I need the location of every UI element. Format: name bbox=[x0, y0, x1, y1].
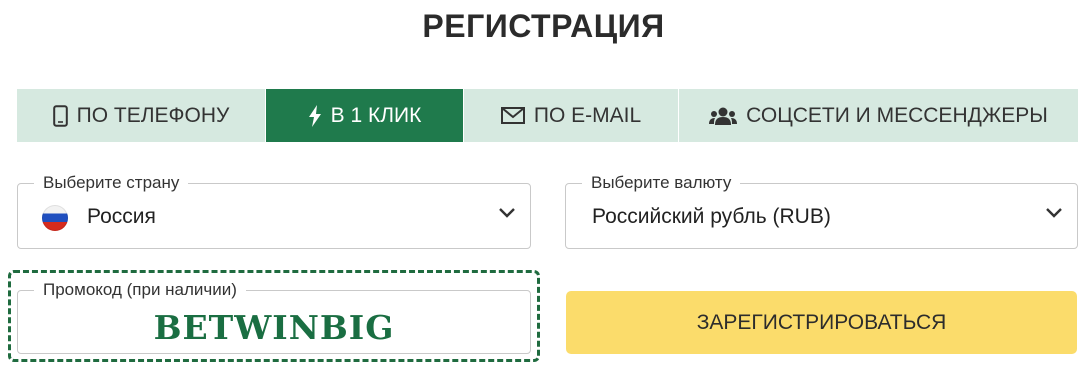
currency-value: Российский рубль (RUB) bbox=[592, 205, 831, 228]
registration-tabs: ПО ТЕЛЕФОНУ В 1 КЛИК ПО E-MAIL СОЦСЕТИ И… bbox=[17, 89, 1078, 142]
register-button[interactable]: ЗАРЕГИСТРИРОВАТЬСЯ bbox=[566, 291, 1077, 354]
tab-social-label: СОЦСЕТИ И МЕССЕНДЖЕРЫ bbox=[746, 103, 1048, 127]
lightning-icon bbox=[308, 104, 322, 127]
country-select-label: Выберите страну bbox=[34, 172, 189, 194]
tab-phone-label: ПО ТЕЛЕФОНУ bbox=[76, 103, 230, 127]
russia-flag-icon bbox=[42, 205, 68, 231]
chevron-down-icon bbox=[498, 206, 516, 224]
promo-input[interactable]: Промокод (при наличии) BETWINBIG bbox=[17, 279, 531, 354]
currency-select-label: Выберите валюту bbox=[582, 172, 741, 194]
page-title: РЕГИСТРАЦИЯ bbox=[422, 8, 665, 44]
tab-social[interactable]: СОЦСЕТИ И МЕССЕНДЖЕРЫ bbox=[679, 89, 1078, 142]
tab-one-click-label: В 1 КЛИК bbox=[330, 103, 422, 127]
tab-email-label: ПО E-MAIL bbox=[533, 103, 642, 127]
promo-code-value: BETWINBIG bbox=[153, 308, 395, 347]
users-icon bbox=[709, 106, 738, 126]
phone-icon bbox=[52, 104, 68, 127]
tab-email[interactable]: ПО E-MAIL bbox=[464, 89, 679, 142]
promo-input-label: Промокод (при наличии) bbox=[34, 279, 246, 301]
tab-phone[interactable]: ПО ТЕЛЕФОНУ bbox=[17, 89, 266, 142]
tab-one-click[interactable]: В 1 КЛИК bbox=[266, 89, 464, 142]
chevron-down-icon bbox=[1045, 206, 1063, 224]
country-value: Россия bbox=[87, 205, 156, 228]
country-select[interactable]: Выберите страну Россия bbox=[17, 172, 531, 249]
currency-select[interactable]: Выберите валюту Российский рубль (RUB) bbox=[565, 172, 1078, 249]
envelope-icon bbox=[500, 107, 525, 124]
